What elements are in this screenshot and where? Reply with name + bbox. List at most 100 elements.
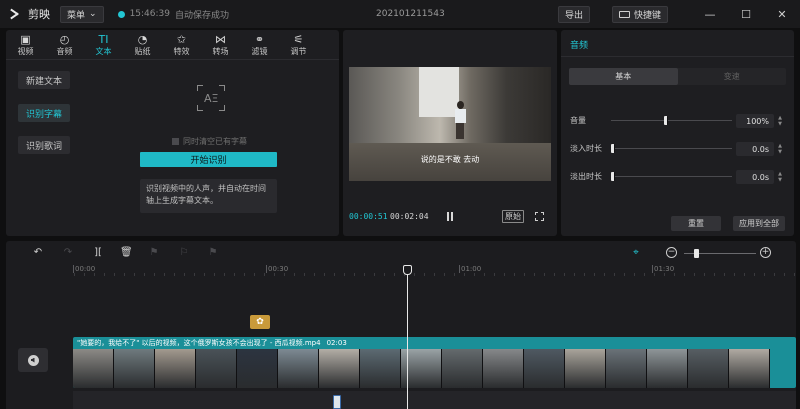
clear-subtitles-checkbox[interactable] <box>172 138 179 145</box>
clip-thumbnail <box>319 349 360 388</box>
toolbar-item-sticker[interactable]: ◔ 贴纸 <box>123 30 162 59</box>
split-icon[interactable]: ][ <box>92 247 104 259</box>
recognize-lyrics-button[interactable]: 识别歌词 <box>18 136 70 154</box>
fullscreen-icon[interactable] <box>535 212 544 221</box>
tab-basic[interactable]: 基本 <box>569 68 678 85</box>
clear-subtitles-label: 同时清空已有字幕 <box>183 137 247 146</box>
toolbar-item-text[interactable]: TI 文本 <box>84 30 123 59</box>
toolbar-item-adjust[interactable]: ⚟ 调节 <box>279 30 318 59</box>
property-slider-thumb[interactable] <box>663 116 668 125</box>
property-value-input[interactable]: 0.0s <box>736 142 774 156</box>
subtitle-recognition-icon: AΞ <box>196 84 226 112</box>
audio-clip-marker[interactable] <box>333 395 341 409</box>
mark-icon[interactable]: ⚐ <box>178 247 190 259</box>
stepper-arrows-icon[interactable]: ▲ ▼ <box>776 143 784 155</box>
zoom-in-icon[interactable]: + <box>760 247 771 258</box>
speaker-icon <box>27 354 39 366</box>
property-slider[interactable] <box>611 176 732 177</box>
timeline-toolbar: ↶ ↷ ][ 🗑 ⚑ ⚐ ⚑ ⌖ − + <box>6 241 796 265</box>
export-button[interactable]: 导出 <box>557 5 590 23</box>
ruler-label: 01:00 <box>458 265 482 273</box>
maximize-button[interactable]: ☐ <box>728 0 764 28</box>
recognize-subtitles-button[interactable]: 识别字幕 <box>18 104 70 122</box>
zoom-out-icon[interactable]: − <box>666 247 677 258</box>
property-slider-thumb[interactable] <box>611 172 615 181</box>
apply-to-all-button[interactable]: 应用到全部 <box>733 216 785 231</box>
preview-panel: 说的是不敢 去动 00:00:51 00:02:04 原始 <box>343 30 557 236</box>
recognition-info-text: 识别视频中的人声，并自动在时间轴上生成字幕文本。 <box>140 179 277 213</box>
keyboard-icon <box>618 10 630 18</box>
clip-thumbnail <box>647 349 688 388</box>
sticker-icon: ◔ <box>137 32 148 46</box>
preview-person <box>453 101 467 141</box>
media-panel: ▣ 视频 ◴ 音频 TI 文本 ◔ 贴纸 ✩ 特效 ⋈ 转场 ⚭ 滤镜 ⚟ 调节 新建文本 识别字幕 识别歌词… <box>6 30 339 236</box>
toolbar-item-effects[interactable]: ✩ 特效 <box>162 30 201 59</box>
save-message: 自动保存成功 <box>174 10 229 21</box>
subtitle-icon-text: AΞ <box>204 92 219 105</box>
close-button[interactable]: ✕ <box>764 0 800 28</box>
toolbar-item-audio[interactable]: ◴ 音频 <box>45 30 84 59</box>
delete-icon[interactable]: 🗑 <box>120 247 133 259</box>
clip-thumbnails <box>73 349 796 388</box>
reset-button[interactable]: 重置 <box>671 216 721 231</box>
clip-thumbnail <box>729 349 770 388</box>
property-slider[interactable] <box>611 120 732 121</box>
properties-tabs: 基本 变速 <box>569 68 786 85</box>
marker-icon[interactable]: ⚑ <box>207 247 219 259</box>
property-value-input[interactable]: 100% <box>736 114 774 128</box>
clear-subtitles-option[interactable]: 同时清空已有字幕 <box>172 136 247 147</box>
minimize-button[interactable]: — <box>692 0 728 28</box>
redo-icon[interactable]: ↷ <box>62 247 74 259</box>
audio-track[interactable] <box>73 391 796 409</box>
toolbar-item-transition[interactable]: ⋈ 转场 <box>201 30 240 59</box>
toolbar-item-filter[interactable]: ⚭ 滤镜 <box>240 30 279 59</box>
property-label: 音量 <box>570 116 586 125</box>
menu-button[interactable]: 菜单 ⌄ <box>60 5 104 23</box>
toolbar-item-label: 滤镜 <box>251 46 268 56</box>
start-recognition-button[interactable]: 开始识别 <box>140 152 277 167</box>
total-time: 00:02:04 <box>390 212 429 221</box>
playhead-line[interactable] <box>407 267 408 409</box>
title-bar: 剪映 菜单 ⌄ 15:46:39 自动保存成功 202101211543 导出 … <box>0 0 800 28</box>
shortcut-button[interactable]: 快捷键 <box>611 5 668 23</box>
video-clip[interactable]: "她要的，我给不了" 以后的视频，这个俄罗斯女孩不会出现了 - 西瓜视频.mp4… <box>73 337 796 388</box>
clip-duration: 02:03 <box>326 339 347 347</box>
audio-icon: ◴ <box>59 32 70 46</box>
pause-icon[interactable] <box>446 212 454 221</box>
stepper-arrows-icon[interactable]: ▲ ▼ <box>776 115 784 127</box>
ruler-label: 00:00 <box>72 265 96 273</box>
new-text-button[interactable]: 新建文本 <box>18 71 70 89</box>
clip-thumbnail <box>442 349 483 388</box>
video-preview[interactable]: 说的是不敢 去动 <box>349 67 551 181</box>
zoom-slider-thumb[interactable] <box>694 249 699 258</box>
clip-thumbnail <box>606 349 647 388</box>
track-mute-button[interactable] <box>18 348 48 372</box>
clip-thumbnail <box>524 349 565 388</box>
toolbar-item-video[interactable]: ▣ 视频 <box>6 30 45 59</box>
property-slider[interactable] <box>611 148 732 149</box>
toolbar-item-label: 音频 <box>56 46 73 56</box>
tab-speed[interactable]: 变速 <box>678 68 787 85</box>
clip-thumbnail <box>483 349 524 388</box>
timeline-ruler[interactable]: 00:00 00:30 01:00 01:30 <box>6 265 796 277</box>
shortcut-label: 快捷键 <box>633 10 661 21</box>
freeze-frame-icon[interactable]: ⚑ <box>148 247 160 259</box>
title-bar-actions: 导出 快捷键 — ☐ ✕ <box>557 0 800 28</box>
effect-clip-icon[interactable]: ✿ <box>250 315 270 329</box>
clip-thumbnail <box>565 349 606 388</box>
app-name: 剪映 <box>28 8 50 21</box>
clip-thumbnail <box>688 349 729 388</box>
aspect-ratio-button[interactable]: 原始 <box>502 210 524 223</box>
stepper-arrows-icon[interactable]: ▲ ▼ <box>776 171 784 183</box>
toolbar-item-label: 调节 <box>290 46 307 56</box>
property-value-input[interactable]: 0.0s <box>736 170 774 184</box>
undo-icon[interactable]: ↶ <box>32 247 44 259</box>
properties-title: 音频 <box>570 41 589 51</box>
toolbar-item-label: 文本 <box>95 46 112 56</box>
playhead-handle[interactable] <box>403 265 412 275</box>
clip-thumbnail <box>73 349 114 388</box>
snap-icon[interactable]: ⌖ <box>630 247 642 259</box>
preview-caption[interactable]: 说的是不敢 去动 <box>349 154 551 165</box>
clip-thumbnail <box>278 349 319 388</box>
property-slider-thumb[interactable] <box>611 144 615 153</box>
